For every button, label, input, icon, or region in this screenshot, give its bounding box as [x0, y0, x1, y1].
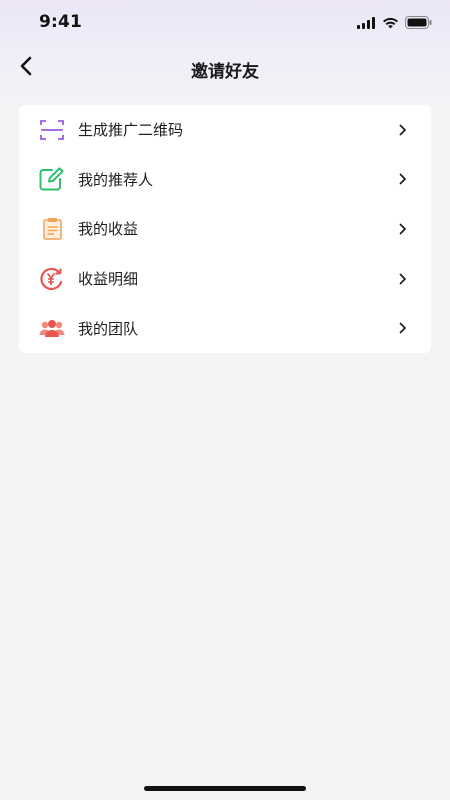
- signal-icon: [357, 14, 376, 33]
- menu-card: 生成推广二维码 我的推荐人 我的收益 收益明细 我的团队: [19, 105, 431, 353]
- home-indicator: [144, 786, 306, 791]
- menu-item-my-referrer[interactable]: 我的推荐人: [19, 155, 431, 205]
- chevron-right-icon: [397, 123, 409, 137]
- status-bar: 9:41: [0, 0, 450, 44]
- menu-item-label: 生成推广二维码: [78, 121, 184, 140]
- edit-icon: [39, 166, 65, 192]
- wifi-icon: [382, 14, 399, 33]
- chevron-right-icon: [397, 321, 409, 335]
- yuan-refresh-icon: [39, 266, 65, 292]
- team-icon: [39, 315, 65, 341]
- menu-item-label: 我的推荐人: [78, 170, 154, 189]
- status-icons: [357, 14, 432, 33]
- menu-item-label: 收益明细: [78, 270, 139, 289]
- menu-item-label: 我的收益: [78, 220, 139, 239]
- menu-item-my-team[interactable]: 我的团队: [19, 303, 431, 353]
- chevron-right-icon: [397, 222, 409, 236]
- document-icon: [39, 216, 65, 242]
- status-time: 9:41: [39, 12, 83, 32]
- battery-icon: [405, 14, 432, 33]
- chevron-right-icon: [397, 272, 409, 286]
- menu-item-my-earnings[interactable]: 我的收益: [19, 204, 431, 254]
- chevron-right-icon: [397, 172, 409, 186]
- navigation-bar: 邀请好友: [0, 44, 450, 92]
- menu-item-earnings-details[interactable]: 收益明细: [19, 254, 431, 304]
- menu-item-generate-qrcode[interactable]: 生成推广二维码: [19, 105, 431, 155]
- menu-item-label: 我的团队: [78, 319, 139, 338]
- page-title: 邀请好友: [191, 62, 259, 82]
- scan-frame-icon: [39, 117, 65, 143]
